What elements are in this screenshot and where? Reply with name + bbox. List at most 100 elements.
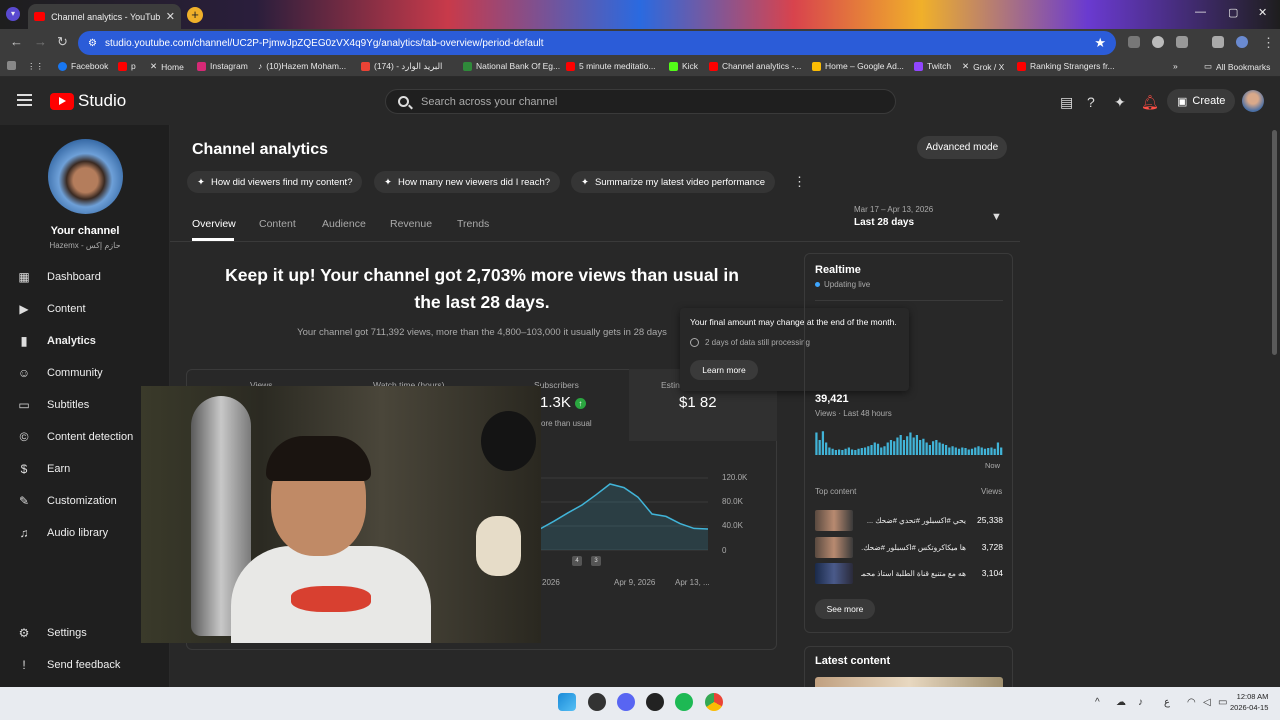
analytics-icon: ▮ [20,334,28,348]
bookmark-item[interactable]: Instagram [197,61,248,71]
chevron-down-icon[interactable]: ▼ [991,211,1002,223]
tiktok-icon: ♪ [258,61,263,71]
discord-icon[interactable] [617,693,635,711]
wifi-icon[interactable]: ◠ [1187,697,1196,708]
clock-icon [690,338,699,347]
bookmark-item[interactable]: Twitch [914,61,951,71]
media-icon[interactable] [1212,36,1224,48]
top-content-row[interactable]: يحي #اكسبلور #تحدي #ضحك ... 25,338 [815,509,1003,531]
sidebar-item-analytics[interactable]: ▮ Analytics [0,326,162,356]
video-views: 3,104 [981,568,1003,578]
bookmark-item[interactable]: p [118,61,136,71]
sidebar-item-settings[interactable]: ⚙ Settings [0,618,162,648]
chrome-icon[interactable] [705,693,723,711]
see-more-button[interactable]: See more [815,599,875,619]
tab-trends[interactable]: Trends [457,218,489,230]
page-scrollbar[interactable] [1272,130,1277,355]
bookmark-item[interactable]: Facebook [58,61,108,71]
help-icon[interactable]: ? [1087,94,1095,110]
browser-menu-icon[interactable]: ⋮ [1262,35,1275,51]
back-icon[interactable]: ← [10,34,23,49]
suggestion-chip[interactable]: ✦ How many new viewers did I reach? [374,171,561,193]
reload-icon[interactable]: ↻ [57,34,68,50]
suggestion-chip[interactable]: ✦ How did viewers find my content? [187,171,363,193]
messages-icon[interactable]: ▤ [1060,94,1073,111]
apps-grid-icon[interactable]: ⋮⋮ [27,61,44,72]
bookmark-item[interactable]: National Bank Of Eg... [463,61,560,71]
tray-mic-icon[interactable]: ♪ [1138,697,1143,708]
learn-more-button[interactable]: Learn more [690,360,758,380]
url-field[interactable]: ⚙ studio.youtube.com/channel/UC2P-PjmwJp… [78,31,1116,55]
channel-avatar[interactable] [48,139,123,214]
sparkle-icon[interactable]: ✦ [1114,94,1126,111]
latest-content-thumbnail[interactable] [815,677,1003,687]
top-content-row[interactable]: هه مع متنبع قناة الطلبة استاذ محمود... 3… [815,562,1003,584]
profile-icon[interactable] [1236,36,1248,48]
sidebar-item-community[interactable]: ☺ Community [0,358,162,388]
sidebar-item-dashboard[interactable]: ▦ Dashboard [0,262,162,292]
bookmark-item[interactable]: Kick [669,61,698,71]
battery-icon[interactable]: ▭ [1218,697,1227,708]
chart-video-marker[interactable]: 4 [572,556,582,566]
bookmark-star-icon[interactable]: ★ [1094,35,1106,51]
tray-language-icon[interactable]: ع [1164,697,1170,708]
bookmark-item[interactable]: Home – Google Ad... [812,61,904,71]
chart-video-marker[interactable]: 3 [591,556,601,566]
realtime-bar [876,443,880,455]
menu-icon[interactable] [17,94,32,106]
extension-icon[interactable] [1128,36,1140,48]
bookmark-item[interactable]: Channel analytics -... [709,61,801,71]
tab-overview[interactable]: Overview [192,218,236,230]
sidebar-item-send-feedback[interactable]: ! Send feedback [0,650,162,680]
close-tab-icon[interactable]: ✕ [166,10,175,23]
close-window-icon[interactable]: ✕ [1258,6,1267,19]
suggestion-chip[interactable]: ✦ Summarize my latest video performance [571,171,775,193]
extensions-puzzle-icon[interactable] [1176,36,1188,48]
sidebar-item-audio-library[interactable]: ♫ Audio library [0,518,162,548]
account-avatar[interactable] [1242,90,1264,112]
tray-chevron-icon[interactable]: ^ [1095,697,1100,708]
more-options-icon[interactable]: ⋮ [793,174,806,190]
tab-revenue[interactable]: Revenue [390,218,432,230]
extension-icon[interactable] [1152,36,1164,48]
forward-icon[interactable]: → [34,34,47,49]
bookmark-item[interactable]: ✕ Home [150,61,184,72]
system-clock[interactable]: 12:08 AM 2026-04-15 [1230,691,1268,713]
tab-content[interactable]: Content [259,218,296,230]
tray-app-icon[interactable]: ☁ [1116,697,1126,708]
all-bookmarks[interactable]: ▭ All Bookmarks [1204,61,1270,72]
advanced-mode-button[interactable]: Advanced mode [917,136,1007,159]
windows-start-icon[interactable] [558,693,576,711]
bookmark-item[interactable]: ♪ (10)Hazem Moham... [258,61,346,71]
bookmark-item[interactable]: 5 minute meditatio... [566,61,656,71]
sidebar-item-content-detection[interactable]: © Content detection [0,422,162,452]
maximize-icon[interactable]: ▢ [1228,6,1238,19]
site-info-icon[interactable]: ⚙ [88,38,97,49]
sidebar-item-content[interactable]: ▶ Content [0,294,162,324]
tab-audience[interactable]: Audience [322,218,366,230]
studio-logo[interactable]: Studio [50,91,126,111]
spotify-icon[interactable] [675,693,693,711]
browser-tab-active[interactable]: Channel analytics - YouTube St ✕ [28,4,181,29]
sidebar-item-customization[interactable]: ✎ Customization [0,486,162,516]
bookmarks-apps-icon[interactable] [7,61,16,70]
tab-search-icon[interactable]: ▾ [6,7,20,21]
sidebar-item-subtitles[interactable]: ▭ Subtitles [0,390,162,420]
more-bookmarks-icon[interactable]: » [1173,61,1178,71]
search-input[interactable]: Search across your channel [385,89,896,114]
volume-icon[interactable]: ◁ [1203,697,1211,708]
metric-revenue-label[interactable]: Estin [661,380,680,390]
notifications-icon[interactable]: 🔔︎ [1141,94,1159,111]
top-content-row[interactable]: ها ميكاكروتكس #اكسبلور #ضحك... 3,728 [815,536,1003,558]
date-range-picker[interactable]: Mar 17 – Apr 13, 2026 Last 28 days [854,205,933,228]
sidebar-item-earn[interactable]: $ Earn [0,454,162,484]
bookmark-item[interactable]: (174) - البريد الوارد [361,61,442,72]
minimize-icon[interactable]: — [1195,6,1206,18]
bookmark-item[interactable]: ✕ Grok / X [962,61,1004,72]
obs-icon[interactable] [646,693,664,711]
create-button[interactable]: ▣ Create [1167,89,1236,113]
app-icon[interactable] [588,693,606,711]
bookmark-item[interactable]: Ranking Strangers fr... [1017,61,1115,71]
bookmark-label: National Bank Of Eg... [476,61,561,71]
new-tab-button[interactable]: + [187,7,203,23]
